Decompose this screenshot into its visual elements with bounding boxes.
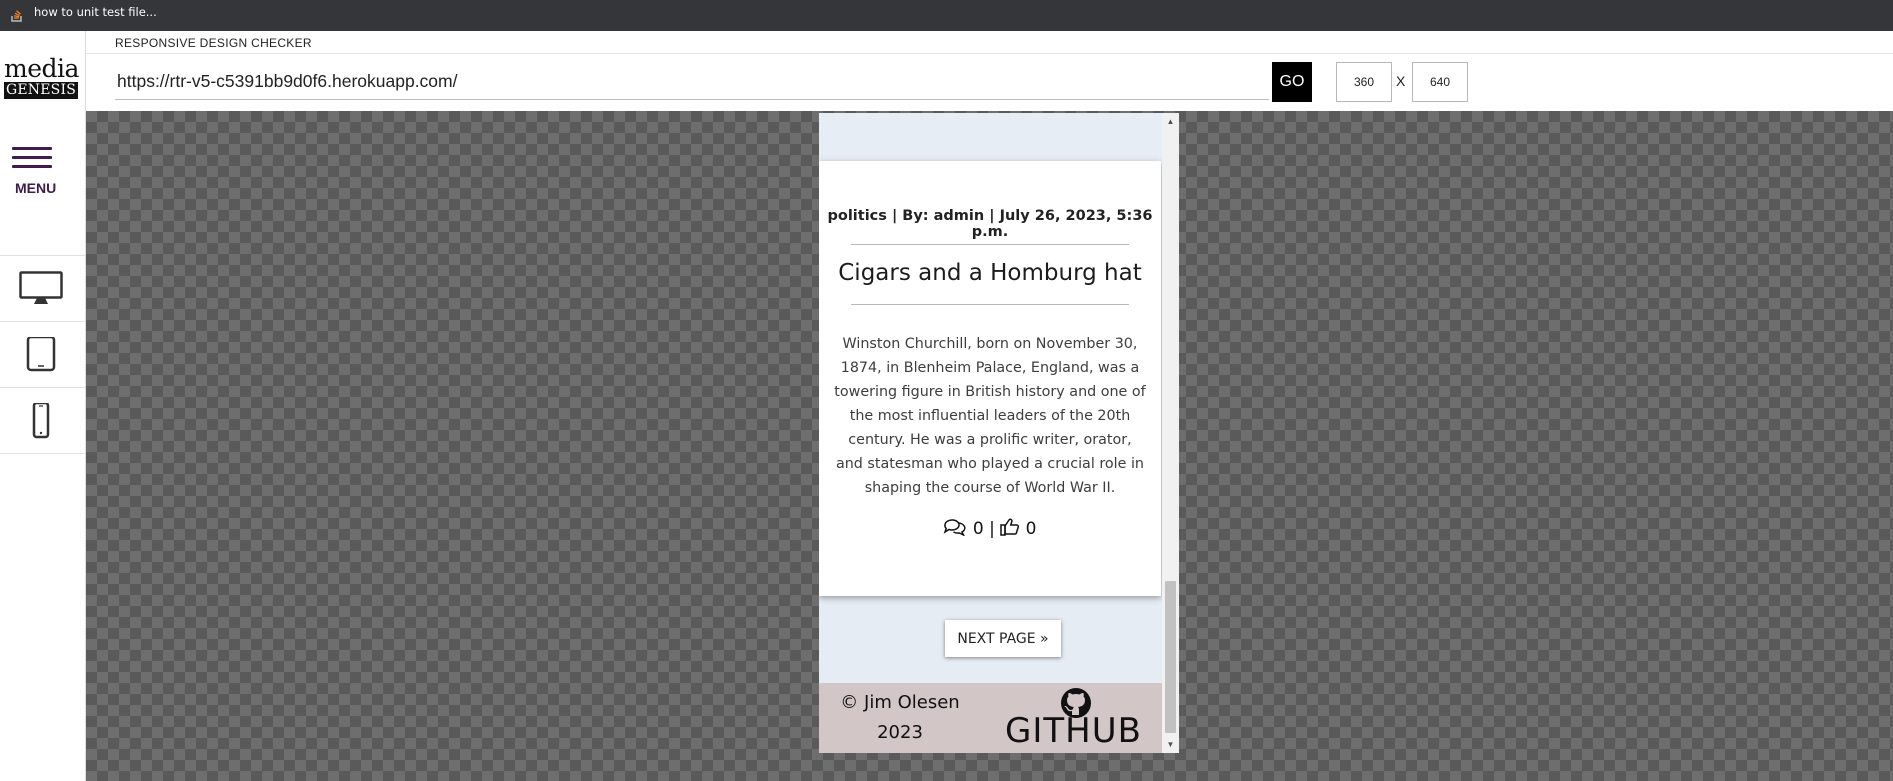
post-title[interactable]: Cigars and a Homburg hat (819, 260, 1161, 286)
hamburger-icon (12, 147, 56, 168)
divider (851, 304, 1129, 305)
stats-separator: | (989, 519, 995, 539)
comments-icon (944, 519, 967, 537)
scroll-up-arrow-icon[interactable]: ▲ (1162, 113, 1179, 130)
scroll-down-arrow-icon[interactable]: ▼ (1162, 736, 1179, 753)
phone-icon (32, 403, 50, 439)
width-input[interactable] (1336, 62, 1392, 102)
logo-genesis-text: GENESIS (4, 82, 78, 99)
phone-view-button[interactable] (0, 387, 85, 454)
site-footer: © Jim Olesen 2023 GITHUB (819, 683, 1162, 753)
copyright: © Jim Olesen 2023 (835, 688, 965, 748)
page-background (819, 113, 1162, 163)
copyright-line-2: 2023 (877, 722, 923, 743)
github-link[interactable]: GITHUB (1005, 687, 1149, 751)
sidebar: media GENESIS MENU (0, 31, 86, 781)
height-input[interactable] (1412, 62, 1468, 102)
tab-title[interactable]: how to unit test file... (34, 5, 157, 19)
media-genesis-logo: media GENESIS (4, 54, 79, 99)
desktop-view-button[interactable] (0, 255, 85, 321)
url-input[interactable] (115, 63, 1269, 100)
desktop-icon (19, 271, 63, 304)
comment-count: 0 (972, 519, 984, 539)
stackoverflow-favicon-icon (11, 10, 22, 22)
scrollbar-thumb[interactable] (1165, 581, 1176, 733)
go-button[interactable]: GO (1272, 62, 1312, 102)
post-card[interactable]: politics | By: admin | July 26, 2023, 5:… (819, 161, 1161, 596)
app-title: RESPONSIVE DESIGN CHECKER (115, 36, 312, 50)
site-preview-frame[interactable]: politics | By: admin | July 26, 2023, 5:… (819, 113, 1179, 753)
post-excerpt: Winston Churchill, born on November 30, … (834, 336, 1146, 496)
menu-button[interactable]: MENU (12, 147, 56, 197)
next-page-button[interactable]: NEXT PAGE » (945, 620, 1061, 657)
device-switcher (0, 255, 85, 454)
like-count: 0 (1025, 519, 1037, 539)
divider (851, 244, 1129, 245)
header-divider (86, 53, 1893, 54)
copyright-line-1: © Jim Olesen (840, 692, 960, 713)
github-label: GITHUB (1005, 711, 1142, 751)
post-meta: politics | By: admin | July 26, 2023, 5:… (827, 208, 1153, 240)
logo-media-text: media (4, 54, 79, 83)
browser-tab-strip: how to unit test file... (0, 0, 1893, 31)
dimension-separator: X (1396, 73, 1406, 89)
tablet-view-button[interactable] (0, 321, 85, 387)
post-stats: 0 | 0 (819, 518, 1161, 539)
checker-header: RESPONSIVE DESIGN CHECKER GO X (86, 31, 1893, 111)
tablet-icon (26, 337, 56, 372)
preview-scrollbar[interactable]: ▲ ▼ (1162, 113, 1179, 753)
thumbs-up-icon (1000, 518, 1020, 536)
menu-label: MENU (15, 180, 57, 196)
